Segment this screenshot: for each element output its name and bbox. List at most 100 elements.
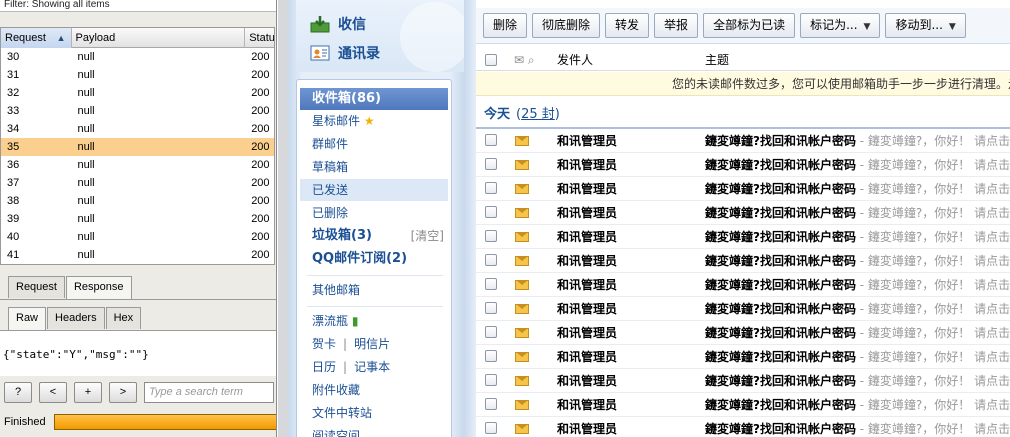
forward-button[interactable]: 转发 (605, 13, 650, 38)
unread-envelope-icon (515, 280, 529, 290)
mail-checkbox[interactable] (485, 278, 497, 290)
group-count[interactable]: (25 封) (516, 107, 560, 122)
mail-row[interactable]: 和讯管理员 鑳変竴鐘?找回和讯帐户密码 - 鑳変竴鐘?，你好！ 请点击 (476, 345, 1010, 369)
mail-checkbox[interactable] (485, 326, 497, 338)
sidebar-item-spam[interactable]: 垃圾箱(3) [清空] (300, 225, 448, 247)
mail-subject-title: 鑳変竴鐘?找回和讯帐户密码 (705, 350, 856, 364)
mail-checkbox[interactable] (485, 182, 497, 194)
mail-row[interactable]: 和讯管理员 鑳変竴鐘?找回和讯帐户密码 - 鑳変竴鐘?，你好！ 请点击 (476, 297, 1010, 321)
mail-checkbox[interactable] (485, 350, 497, 362)
column-sender[interactable]: 发件人 (557, 49, 593, 71)
mail-row[interactable]: 和讯管理员 鑳変竴鐘?找回和讯帐户密码 - 鑳変竴鐘?，你好！ 请点击 (476, 273, 1010, 297)
sidebar-item-file-transfer[interactable]: 文件中转站 (300, 402, 448, 424)
table-row[interactable]: 35 null 200 (1, 138, 274, 156)
table-row[interactable]: 30 null 200 (1, 48, 274, 66)
mark-all-read-button[interactable]: 全部标为已读 (703, 13, 796, 38)
table-row[interactable]: 39 null 200 (1, 210, 274, 228)
report-button[interactable]: 举报 (654, 13, 699, 38)
table-row[interactable]: 37 null 200 (1, 174, 274, 192)
mail-sender: 和讯管理员 (557, 422, 618, 436)
mail-checkbox[interactable] (485, 134, 497, 146)
filter-bar[interactable]: Filter: Showing all items (0, 0, 276, 12)
tab-response[interactable]: Response (65, 276, 132, 300)
tab-raw[interactable]: Raw (8, 307, 47, 331)
mail-checkbox[interactable] (485, 374, 497, 386)
postcard-link[interactable]: 明信片 (354, 337, 390, 351)
table-row[interactable]: 38 null 200 (1, 192, 274, 210)
tab-headers[interactable]: Headers (47, 307, 105, 329)
mail-checkbox[interactable] (485, 158, 497, 170)
unread-envelope-icon (515, 352, 529, 362)
table-cell-payload: null (77, 159, 95, 171)
mail-row[interactable]: 和讯管理员 鑳変竴鐘?找回和讯帐户密码 - 鑳変竴鐘?，你好！ 请点击 (476, 393, 1010, 417)
table-row[interactable]: 36 null 200 (1, 156, 274, 174)
tab-request[interactable]: Request (8, 276, 65, 298)
table-row[interactable]: 40 null 200 (1, 228, 274, 246)
sidebar-item-deleted[interactable]: 已删除 (300, 202, 448, 224)
sidebar-item-inbox[interactable]: 收件箱(86) (300, 88, 448, 110)
group-count-link[interactable]: 25 封 (521, 107, 555, 122)
mail-checkbox[interactable] (485, 254, 497, 266)
column-payload[interactable]: Payload (72, 28, 246, 48)
sidebar-item-starred[interactable]: 星标邮件 ★ (300, 110, 448, 132)
table-row[interactable]: 33 null 200 (1, 102, 274, 120)
previous-match-button[interactable]: < (39, 381, 67, 403)
move-to-label: 移动到... (895, 18, 943, 32)
mail-row[interactable]: 和讯管理员 鑳変竴鐘?找回和讯帐户密码 - 鑳変竴鐘?，你好！ 请点击 (476, 153, 1010, 177)
select-all-checkbox[interactable] (485, 54, 497, 66)
table-row[interactable]: 31 null 200 (1, 66, 274, 84)
sidebar-item-drift-bottle[interactable]: 漂流瓶 ▮ (300, 310, 448, 332)
mail-row[interactable]: 和讯管理员 鑳変竴鐘?找回和讯帐户密码 - 鑳変竴鐘?，你好！ 请点击 (476, 321, 1010, 345)
contacts-link[interactable]: 通讯录 (310, 41, 380, 65)
sidebar-item-drafts[interactable]: 草稿箱 (300, 156, 448, 178)
mail-row[interactable]: 和讯管理员 鑳変竴鐘?找回和讯帐户密码 - 鑳変竴鐘?，你好！ 请点击 (476, 249, 1010, 273)
calendar-link[interactable]: 日历 (312, 360, 336, 374)
help-button[interactable]: ? (4, 381, 32, 403)
table-row[interactable]: 41 null 200 (1, 246, 274, 264)
mail-row[interactable]: 和讯管理员 鑳変竴鐘?找回和讯帐户密码 - 鑳変竴鐘?，你好！ 请点击 (476, 369, 1010, 393)
column-status[interactable]: Statu (245, 28, 274, 48)
table-cell-request: 41 (7, 249, 20, 261)
search-input[interactable]: Type a search term (144, 381, 274, 403)
column-request[interactable]: Request ▲ (1, 28, 72, 48)
receive-mail-link[interactable]: 收信 (310, 12, 366, 36)
table-cell-payload: null (77, 51, 95, 63)
notepad-link[interactable]: 记事本 (354, 360, 390, 374)
mail-subject: 鑳変竴鐘?找回和讯帐户密码 - 鑳変竴鐘?，你好！ 请点击 (705, 321, 1010, 345)
add-button[interactable]: + (74, 381, 102, 403)
delete-permanently-button[interactable]: 彻底删除 (532, 13, 601, 38)
mark-as-dropdown[interactable]: 标记为... ▼ (800, 13, 881, 38)
response-body[interactable]: {"state":"Y","msg":""} (0, 331, 276, 376)
mail-row[interactable]: 和讯管理员 鑳変竴鐘?找回和讯帐户密码 - 鑳変竴鐘?，你好！ 请点击 (476, 129, 1010, 153)
mail-checkbox[interactable] (485, 302, 497, 314)
sidebar-item-other-mailbox[interactable]: 其他邮箱 (300, 279, 448, 301)
chevron-down-icon: ▼ (948, 22, 956, 32)
mail-row[interactable]: 和讯管理员 鑳変竴鐘?找回和讯帐户密码 - 鑳変竴鐘?，你好！ 请点击 (476, 225, 1010, 249)
table-row[interactable]: 34 null 200 (1, 120, 274, 138)
mail-checkbox[interactable] (485, 230, 497, 242)
mail-checkbox[interactable] (485, 398, 497, 410)
mail-checkbox[interactable] (485, 206, 497, 218)
table-row[interactable]: 32 null 200 (1, 84, 274, 102)
sidebar-item-group-mail[interactable]: 群邮件 (300, 133, 448, 155)
sidebar-item-reading-space[interactable]: 阅读空间 (300, 425, 448, 437)
table-cell-status: 200 (251, 213, 270, 225)
column-subject[interactable]: 主题 (705, 49, 729, 71)
mail-subject: 鑳変竴鐘?找回和讯帐户密码 - 鑳変竴鐘?，你好！ 请点击 (705, 417, 1010, 437)
sidebar-item-sent[interactable]: 已发送 (300, 179, 448, 201)
delete-button[interactable]: 删除 (483, 13, 528, 38)
table-cell-payload: null (77, 231, 95, 243)
next-match-button[interactable]: > (109, 381, 137, 403)
tab-hex[interactable]: Hex (105, 307, 142, 329)
unread-envelope-icon (515, 160, 529, 170)
move-to-dropdown[interactable]: 移动到... ▼ (885, 13, 966, 38)
mail-checkbox[interactable] (485, 422, 497, 434)
greeting-card-link[interactable]: 贺卡 (312, 337, 336, 351)
clear-spam-link[interactable]: [清空] (411, 225, 444, 247)
mail-row[interactable]: 和讯管理员 鑳変竴鐘?找回和讯帐户密码 - 鑳変竴鐘?，你好！ 请点击 (476, 177, 1010, 201)
mail-row[interactable]: 和讯管理员 鑳変竴鐘?找回和讯帐户密码 - 鑳変竴鐘?，你好！ 请点击 (476, 417, 1010, 437)
mail-row[interactable]: 和讯管理员 鑳変竴鐘?找回和讯帐户密码 - 鑳変竴鐘?，你好！ 请点击 (476, 201, 1010, 225)
mail-subject-title: 鑳変竴鐘?找回和讯帐户密码 (705, 206, 856, 220)
sidebar-item-subscriptions[interactable]: QQ邮件订阅(2) (300, 248, 448, 270)
sidebar-item-attachments[interactable]: 附件收藏 (300, 379, 448, 401)
